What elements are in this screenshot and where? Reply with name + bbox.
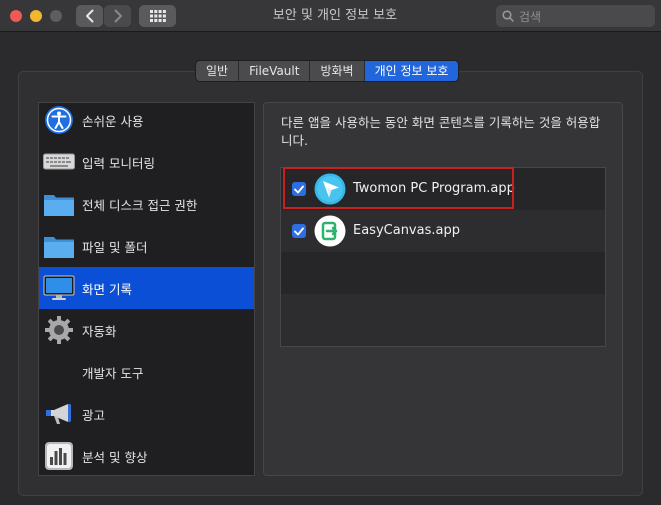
search-placeholder: 검색 bbox=[519, 9, 542, 24]
chevron-left-icon bbox=[85, 9, 93, 23]
sidebar-item-full-disk-access[interactable]: 전체 디스크 접근 권한 bbox=[39, 183, 254, 225]
app-list: Twomon PC Program.app EasyCanvas.app bbox=[280, 167, 606, 347]
app-name: EasyCanvas.app bbox=[353, 223, 460, 238]
megaphone-icon bbox=[43, 398, 75, 430]
display-icon bbox=[43, 272, 75, 304]
sidebar-item-label: 파일 및 폴더 bbox=[82, 239, 148, 255]
grid-icon bbox=[149, 10, 166, 22]
sidebar-item-developer-tools[interactable]: 개발자 도구 bbox=[39, 351, 254, 393]
tab-privacy[interactable]: 개인 정보 보호 bbox=[364, 61, 459, 81]
sidebar-item-label: 광고 bbox=[82, 407, 106, 423]
back-button[interactable] bbox=[76, 5, 103, 27]
keyboard-icon bbox=[43, 146, 75, 178]
minimize-window-button[interactable] bbox=[30, 10, 42, 22]
folder-icon bbox=[43, 230, 75, 262]
window-title: 보안 및 개인 정보 보호 bbox=[272, 8, 398, 23]
sidebar-item-label: 자동화 bbox=[82, 323, 117, 339]
app-name: Twomon PC Program.app bbox=[353, 181, 515, 196]
sidebar-item-label: 화면 기록 bbox=[82, 281, 132, 297]
zoom-window-button[interactable] bbox=[50, 10, 62, 22]
accessibility-icon bbox=[43, 104, 75, 136]
privacy-category-list: 손쉬운 사용 입력 모니터링 전체 디스크 접근 권한 파일 및 폴더 화면 기… bbox=[38, 102, 255, 476]
tab-bar: 일반 FileVault 방화벽 개인 정보 보호 bbox=[196, 61, 459, 81]
sidebar-item-automation[interactable]: 자동화 bbox=[39, 309, 254, 351]
sidebar-item-files-and-folders[interactable]: 파일 및 폴더 bbox=[39, 225, 254, 267]
easycanvas-app-icon bbox=[314, 215, 346, 247]
sidebar-item-accessibility[interactable]: 손쉬운 사용 bbox=[39, 99, 254, 141]
sidebar-item-analytics[interactable]: 분석 및 향상 bbox=[39, 435, 254, 477]
sidebar-item-label: 분석 및 향상 bbox=[82, 449, 148, 465]
search-icon bbox=[502, 10, 514, 22]
tab-filevault[interactable]: FileVault bbox=[239, 61, 311, 81]
analytics-icon bbox=[43, 440, 75, 472]
forward-button[interactable] bbox=[104, 5, 131, 27]
checkmark-icon bbox=[294, 185, 304, 193]
app-list-empty-row bbox=[281, 252, 605, 294]
show-all-button[interactable] bbox=[139, 5, 176, 27]
app-checkbox-easycanvas[interactable] bbox=[292, 224, 306, 238]
sidebar-item-label: 손쉬운 사용 bbox=[82, 113, 144, 129]
gear-icon bbox=[43, 314, 75, 346]
sidebar-item-label: 개발자 도구 bbox=[82, 365, 144, 381]
app-list-empty-row bbox=[281, 294, 605, 346]
app-row-easycanvas[interactable]: EasyCanvas.app bbox=[281, 210, 605, 252]
sidebar-item-input-monitoring[interactable]: 입력 모니터링 bbox=[39, 141, 254, 183]
close-window-button[interactable] bbox=[10, 10, 22, 22]
checkmark-icon bbox=[294, 227, 304, 235]
permission-description: 다른 앱을 사용하는 동안 화면 콘텐츠를 기록하는 것을 허용합니다. bbox=[281, 115, 601, 148]
app-checkbox-twomon[interactable] bbox=[292, 182, 306, 196]
sidebar-item-label: 입력 모니터링 bbox=[82, 155, 155, 171]
title-bar: 보안 및 개인 정보 보호 검색 bbox=[0, 0, 661, 32]
sidebar-item-label: 전체 디스크 접근 권한 bbox=[82, 197, 198, 213]
tab-general[interactable]: 일반 bbox=[196, 61, 240, 81]
sidebar-item-screen-recording[interactable]: 화면 기록 bbox=[39, 267, 254, 309]
search-input[interactable]: 검색 bbox=[496, 5, 655, 27]
twomon-app-icon bbox=[314, 173, 346, 205]
folder-icon bbox=[43, 188, 75, 220]
sidebar-item-advertising[interactable]: 광고 bbox=[39, 393, 254, 435]
tab-firewall[interactable]: 방화벽 bbox=[310, 61, 365, 81]
app-row-twomon[interactable]: Twomon PC Program.app bbox=[281, 168, 605, 210]
chevron-right-icon bbox=[114, 9, 122, 23]
